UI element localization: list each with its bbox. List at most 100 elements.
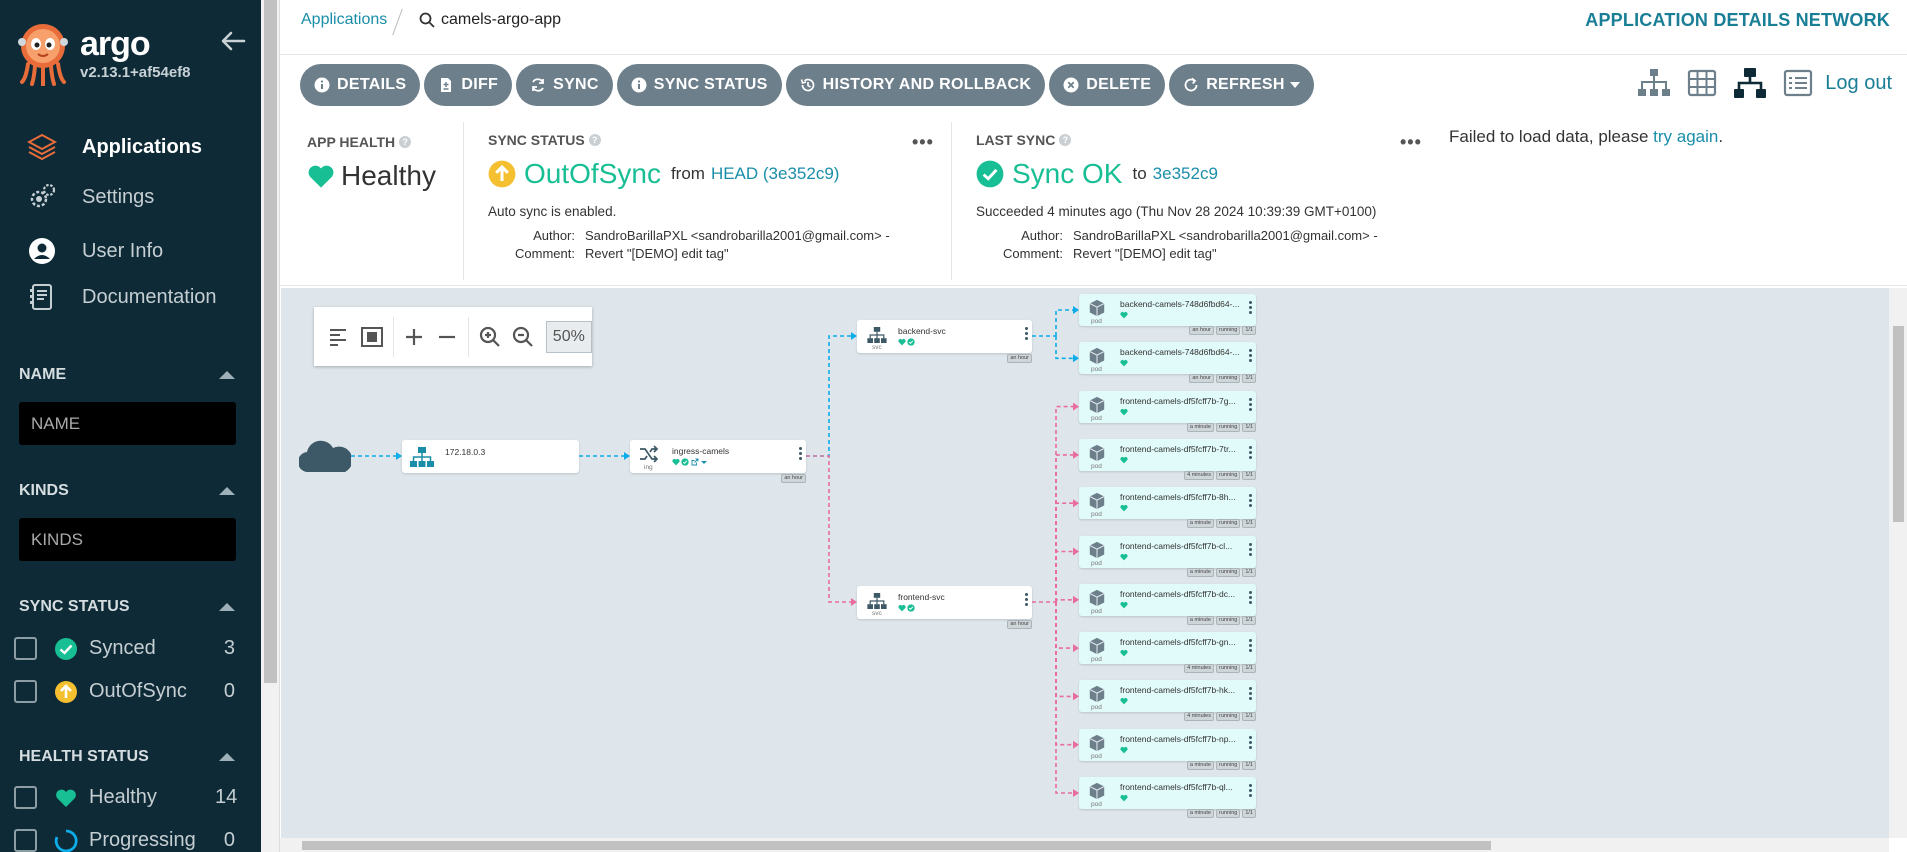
scrollbar-thumb[interactable]: [1893, 326, 1904, 522]
collapse-caret-icon[interactable]: [219, 753, 235, 761]
node-kind: ing: [644, 464, 653, 471]
breadcrumb-app[interactable]: camels-argo-app: [419, 11, 561, 29]
pod-node[interactable]: pod frontend-camels-df5fcff7b-np... a minu…: [1079, 728, 1256, 770]
collapse-caret-icon[interactable]: [219, 487, 235, 495]
checkbox[interactable]: [14, 786, 37, 809]
filter-option-healthy[interactable]: Healthy 14: [7, 776, 237, 819]
more-options-icon[interactable]: •••: [912, 132, 934, 153]
sidebar-item-settings[interactable]: Settings: [0, 172, 261, 222]
node-menu-icon[interactable]: [1249, 445, 1252, 461]
collapse-sidebar-icon[interactable]: [218, 26, 248, 56]
brand[interactable]: argo v2.13.1+af54ef8: [18, 22, 191, 86]
node-menu-icon[interactable]: [1249, 301, 1252, 316]
pod-node[interactable]: pod backend-camels-748d6fbd64-... an hour r…: [1079, 294, 1256, 335]
sidebar-item-user-info[interactable]: User Info: [0, 226, 261, 276]
app-health-label: APP HEALTH: [307, 134, 396, 150]
name-filter-input[interactable]: NAME: [19, 402, 236, 445]
edge-ingress-to-frontend: [806, 455, 856, 603]
collapse-caret-icon[interactable]: [219, 371, 235, 379]
help-icon[interactable]: ?: [1059, 134, 1072, 146]
node-menu-icon[interactable]: [1249, 494, 1252, 509]
align-left-icon[interactable]: [322, 317, 355, 357]
age-tag: a minute: [1186, 760, 1214, 770]
history-and-rollback-button[interactable]: HISTORY AND ROLLBACK: [785, 64, 1046, 106]
cube-icon: [1089, 589, 1105, 606]
pod-node[interactable]: pod frontend-camels-df5fcff7b-gn... 4 minu…: [1079, 632, 1256, 674]
node-kind: pod: [1091, 462, 1102, 470]
tree-view-icon[interactable]: [1637, 66, 1671, 100]
node-menu-icon[interactable]: [799, 447, 802, 462]
zoom-out-icon[interactable]: [506, 317, 539, 357]
help-icon[interactable]: ?: [588, 134, 601, 146]
service-node[interactable]: svc backend-svc an hour: [857, 320, 1032, 363]
checkbox[interactable]: [14, 680, 37, 703]
view-switcher: Log out: [1623, 66, 1892, 100]
filter-option-progressing[interactable]: Progressing 0: [7, 819, 235, 852]
node-kind: pod: [1091, 607, 1102, 615]
load-balancer-node[interactable]: 172.18.0.3: [402, 440, 579, 473]
details-button[interactable]: DETAILS: [300, 64, 421, 106]
sync-revision-link[interactable]: HEAD (3e352c9): [711, 164, 840, 184]
minus-icon[interactable]: [431, 317, 464, 357]
sidebar-item-documentation[interactable]: Documentation: [0, 272, 261, 322]
pod-node[interactable]: pod frontend-camels-df5fcff7b-7g... a minu…: [1079, 390, 1256, 432]
kinds-filter-input[interactable]: KINDS: [19, 518, 236, 561]
node-menu-icon[interactable]: [1249, 639, 1252, 654]
filter-option-outofsync[interactable]: OutOfSync 0: [7, 670, 235, 713]
pod-tags: a minute running 1/1: [1185, 519, 1256, 529]
node-menu-icon[interactable]: [1249, 349, 1252, 364]
node-menu-icon[interactable]: [1025, 593, 1028, 608]
page-title: APPLICATION DETAILS NETWORK: [1585, 10, 1890, 30]
last-sync-revision-link[interactable]: 3e352c9: [1153, 164, 1218, 184]
status-tag: running: [1215, 664, 1241, 674]
help-icon[interactable]: ?: [399, 136, 412, 148]
zoom-level-value[interactable]: 50%: [545, 320, 593, 353]
pods-grid-view-icon[interactable]: [1685, 66, 1719, 100]
breadcrumb-applications[interactable]: Applications: [301, 11, 387, 29]
cube-icon: [1089, 782, 1105, 800]
checkbox[interactable]: [14, 637, 37, 660]
ready-tag: 1/1: [1242, 470, 1256, 480]
ingress-node[interactable]: ing ingress-camels an hour: [630, 440, 806, 483]
plus-icon[interactable]: [398, 317, 431, 357]
button-label: HISTORY AND ROLLBACK: [822, 76, 1032, 93]
service-node[interactable]: svc frontend-svc an hour: [857, 586, 1032, 629]
node-menu-icon[interactable]: [1249, 784, 1252, 799]
node-menu-icon[interactable]: [1249, 397, 1252, 413]
sidebar-scrollbar[interactable]: [261, 0, 280, 852]
refresh-button[interactable]: REFRESH: [1169, 64, 1314, 106]
scrollbar-thumb[interactable]: [264, 0, 277, 683]
pod-node[interactable]: pod frontend-camels-df5fcff7b-8h... a minu…: [1079, 487, 1256, 529]
list-view-icon[interactable]: [1781, 66, 1815, 100]
pod-node[interactable]: pod frontend-camels-df5fcff7b-7tr... 4 min…: [1079, 438, 1256, 480]
try-again-link[interactable]: try again: [1653, 127, 1718, 146]
sync-status-button[interactable]: SYNC STATUS: [616, 64, 782, 106]
scrollbar-thumb[interactable]: [302, 841, 1491, 850]
collapse-caret-icon[interactable]: [219, 603, 235, 611]
network-view-icon[interactable]: [1733, 66, 1767, 100]
node-menu-icon[interactable]: [1249, 735, 1252, 751]
pod-node[interactable]: pod frontend-camels-df5fcff7b-dc... a minu…: [1079, 583, 1256, 625]
canvas-horizontal-scrollbar[interactable]: [280, 838, 1889, 852]
pod-node[interactable]: pod backend-camels-748d6fbd64-... an hour r…: [1079, 342, 1256, 384]
node-menu-icon[interactable]: [1249, 687, 1252, 702]
fit-to-screen-icon[interactable]: [355, 317, 388, 357]
diff-button[interactable]: DIFF: [424, 64, 513, 106]
node-menu-icon[interactable]: [1025, 327, 1028, 342]
pod-node[interactable]: pod frontend-camels-df5fcff7b-ql... a minu…: [1079, 777, 1256, 818]
filter-option-synced[interactable]: Synced 3: [7, 627, 235, 670]
more-options-icon[interactable]: •••: [1400, 132, 1422, 153]
zoom-in-icon[interactable]: [473, 317, 506, 357]
network-graph-canvas[interactable]: 50% 172.18.0.3 ing ingress-camels an hou…: [281, 288, 1889, 838]
pod-tags: a minute running 1/1: [1185, 422, 1256, 432]
sync-button[interactable]: SYNC: [516, 64, 613, 106]
checkbox[interactable]: [14, 829, 37, 852]
logout-link[interactable]: Log out: [1825, 72, 1892, 95]
canvas-vertical-scrollbar[interactable]: [1889, 288, 1907, 838]
sidebar-item-applications[interactable]: Applications: [0, 122, 261, 172]
pod-node[interactable]: pod frontend-camels-df5fcff7b-hk... 4 minu…: [1079, 680, 1256, 722]
node-menu-icon[interactable]: [1249, 542, 1252, 558]
node-menu-icon[interactable]: [1249, 590, 1252, 606]
pod-node[interactable]: pod frontend-camels-df5fcff7b-cl... a minu…: [1079, 535, 1256, 577]
delete-button[interactable]: DELETE: [1049, 64, 1166, 106]
